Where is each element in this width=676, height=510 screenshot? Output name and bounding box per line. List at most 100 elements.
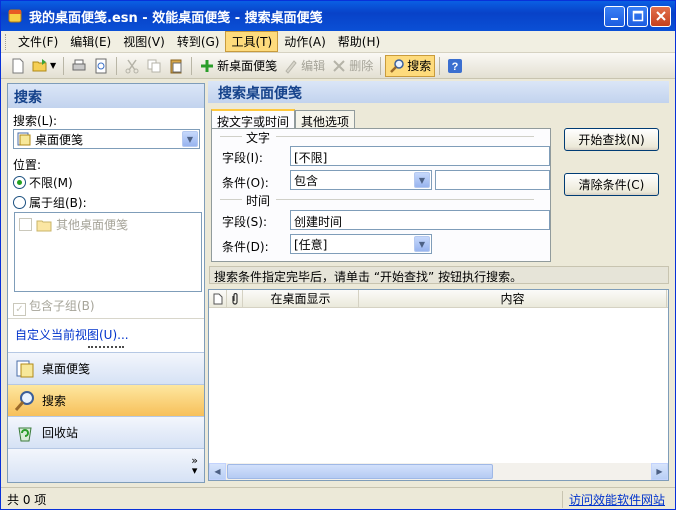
scroll-right-icon[interactable]: ▶: [651, 463, 668, 480]
search-scope-label: 搜索(L):: [13, 114, 58, 128]
new-note-label: 新桌面便笺: [217, 59, 278, 73]
pencil-icon: [285, 59, 297, 74]
radio-group-label: 属于组(B):: [29, 196, 87, 210]
time-condition-select[interactable]: [任意] ▼: [290, 234, 432, 254]
menu-grip[interactable]: [5, 33, 8, 50]
divider: [8, 318, 204, 319]
menu-view[interactable]: 视图(V): [117, 31, 171, 52]
print-icon: [72, 59, 86, 70]
custom-view-link[interactable]: 自定义当前视图(U)...: [15, 326, 129, 343]
search-text-input[interactable]: [435, 170, 550, 190]
menu-help[interactable]: 帮助(H): [332, 31, 386, 52]
menu-file[interactable]: 文件(F): [12, 31, 64, 52]
splitter-grip[interactable]: [88, 346, 124, 349]
nav-overflow[interactable]: » ▾: [8, 448, 204, 482]
tab-other-options[interactable]: 其他选项: [295, 110, 356, 130]
tab-text-time[interactable]: 按文字或时间: [211, 109, 296, 130]
radio-any-button[interactable]: [13, 176, 26, 189]
time-condition-label: 条件(D):: [222, 240, 269, 254]
column-icon[interactable]: [209, 290, 227, 307]
nav-item-search-label: 搜索: [42, 394, 67, 408]
search-scope-select[interactable]: 桌面便笺 ▼: [13, 129, 200, 149]
menu-tools[interactable]: 工具(T): [225, 31, 279, 52]
help-icon: ?: [448, 58, 463, 73]
include-subgroups-checkbox[interactable]: ✓: [13, 303, 26, 316]
nav-item-recycle-label: 回收站: [42, 426, 79, 440]
include-subgroups[interactable]: ✓ 包含子组(B): [13, 297, 95, 316]
chevron-double-down-icon[interactable]: » ▾: [191, 455, 198, 476]
time-field-input[interactable]: 创建时间: [290, 210, 550, 230]
help-button[interactable]: ?: [444, 55, 466, 77]
delete-button[interactable]: 删除: [328, 55, 376, 77]
column-attachment[interactable]: [227, 290, 243, 307]
nav-item-recycle[interactable]: 回收站: [8, 416, 204, 448]
group-list[interactable]: 其他桌面便笺: [14, 212, 202, 292]
svg-text:?: ?: [452, 61, 459, 73]
search-icon: [14, 390, 36, 412]
new-doc-button[interactable]: [7, 55, 29, 77]
toolbar-separator: [380, 56, 382, 75]
copy-button[interactable]: [143, 55, 165, 77]
clear-conditions-button[interactable]: 清除条件(C): [564, 173, 659, 196]
search-scope-value: 桌面便笺: [35, 132, 84, 147]
horizontal-scrollbar[interactable]: ◀ ▶: [209, 463, 668, 480]
divider: [276, 199, 534, 200]
group-item-label: 其他桌面便笺: [56, 218, 129, 232]
divider: [276, 136, 534, 137]
new-note-button[interactable]: 新桌面便笺: [196, 55, 280, 77]
menu-goto[interactable]: 转到(G): [171, 31, 226, 52]
divider: [220, 199, 242, 200]
results-table[interactable]: 在桌面显示 内容 ◀ ▶: [208, 289, 669, 481]
minimize-button[interactable]: [604, 5, 625, 27]
chevron-down-icon[interactable]: ▼: [182, 131, 198, 147]
title-bar[interactable]: 我的桌面便笺.esn - 效能桌面便笺 - 搜索桌面便笺: [1, 1, 675, 31]
menu-edit[interactable]: 编辑(E): [64, 31, 117, 52]
open-button[interactable]: ▼: [29, 55, 59, 77]
sidebar-title: 搜索: [8, 84, 204, 108]
plus-icon: [201, 59, 214, 72]
attachment-icon: [231, 292, 238, 305]
new-document-icon: [12, 58, 24, 73]
text-field-input[interactable]: [不限]: [290, 146, 550, 166]
dropdown-arrow-icon[interactable]: ▼: [50, 61, 56, 70]
cut-button[interactable]: [121, 55, 143, 77]
menu-action[interactable]: 动作(A): [278, 31, 332, 52]
radio-group[interactable]: 属于组(B):: [13, 194, 87, 211]
maximize-button[interactable]: [627, 5, 648, 27]
toolbar-separator: [191, 56, 193, 75]
app-icon: [8, 9, 22, 23]
radio-group-button[interactable]: [13, 196, 26, 209]
paste-icon: [170, 59, 182, 73]
chevron-down-icon[interactable]: ▼: [414, 172, 430, 188]
note-icon: [17, 132, 31, 146]
close-button[interactable]: [650, 5, 671, 27]
chevron-down-icon[interactable]: ▼: [414, 236, 430, 252]
search-toggle-button[interactable]: 搜索: [385, 54, 436, 77]
nav-item-search[interactable]: 搜索: [8, 384, 204, 416]
nav-item-notes[interactable]: 桌面便笺: [8, 352, 204, 384]
column-content[interactable]: 内容: [359, 290, 667, 307]
text-field-label: 字段(I):: [222, 151, 263, 165]
delete-label: 删除: [349, 59, 374, 73]
radio-any-label: 不限(M): [29, 176, 73, 190]
edit-button[interactable]: 编辑: [280, 55, 328, 77]
website-link[interactable]: 访问效能软件网站: [561, 491, 665, 508]
time-condition-value: [任意]: [294, 237, 328, 252]
print-button[interactable]: [68, 55, 90, 77]
group-item-checkbox[interactable]: [19, 218, 32, 231]
delete-icon: [333, 59, 345, 72]
text-condition-select[interactable]: 包含 ▼: [290, 170, 432, 190]
text-condition-label: 条件(O):: [222, 176, 269, 190]
notes-icon: [14, 358, 36, 380]
scrollbar-thumb[interactable]: [227, 464, 493, 479]
group-list-item[interactable]: 其他桌面便笺: [19, 216, 128, 233]
main-window: 我的桌面便笺.esn - 效能桌面便笺 - 搜索桌面便笺 文件(F) 编辑(E)…: [0, 0, 676, 510]
radio-any[interactable]: 不限(M): [13, 174, 73, 191]
start-search-button[interactable]: 开始查找(N): [564, 128, 659, 151]
search-hint: 搜索条件指定完毕后，请单击 “开始查找” 按钮执行搜索。: [209, 266, 669, 284]
print-preview-button[interactable]: [90, 55, 112, 77]
minimize-icon: [610, 18, 618, 20]
paste-button[interactable]: [165, 55, 187, 77]
column-on-desktop[interactable]: 在桌面显示: [243, 290, 359, 307]
scroll-left-icon[interactable]: ◀: [209, 463, 226, 480]
